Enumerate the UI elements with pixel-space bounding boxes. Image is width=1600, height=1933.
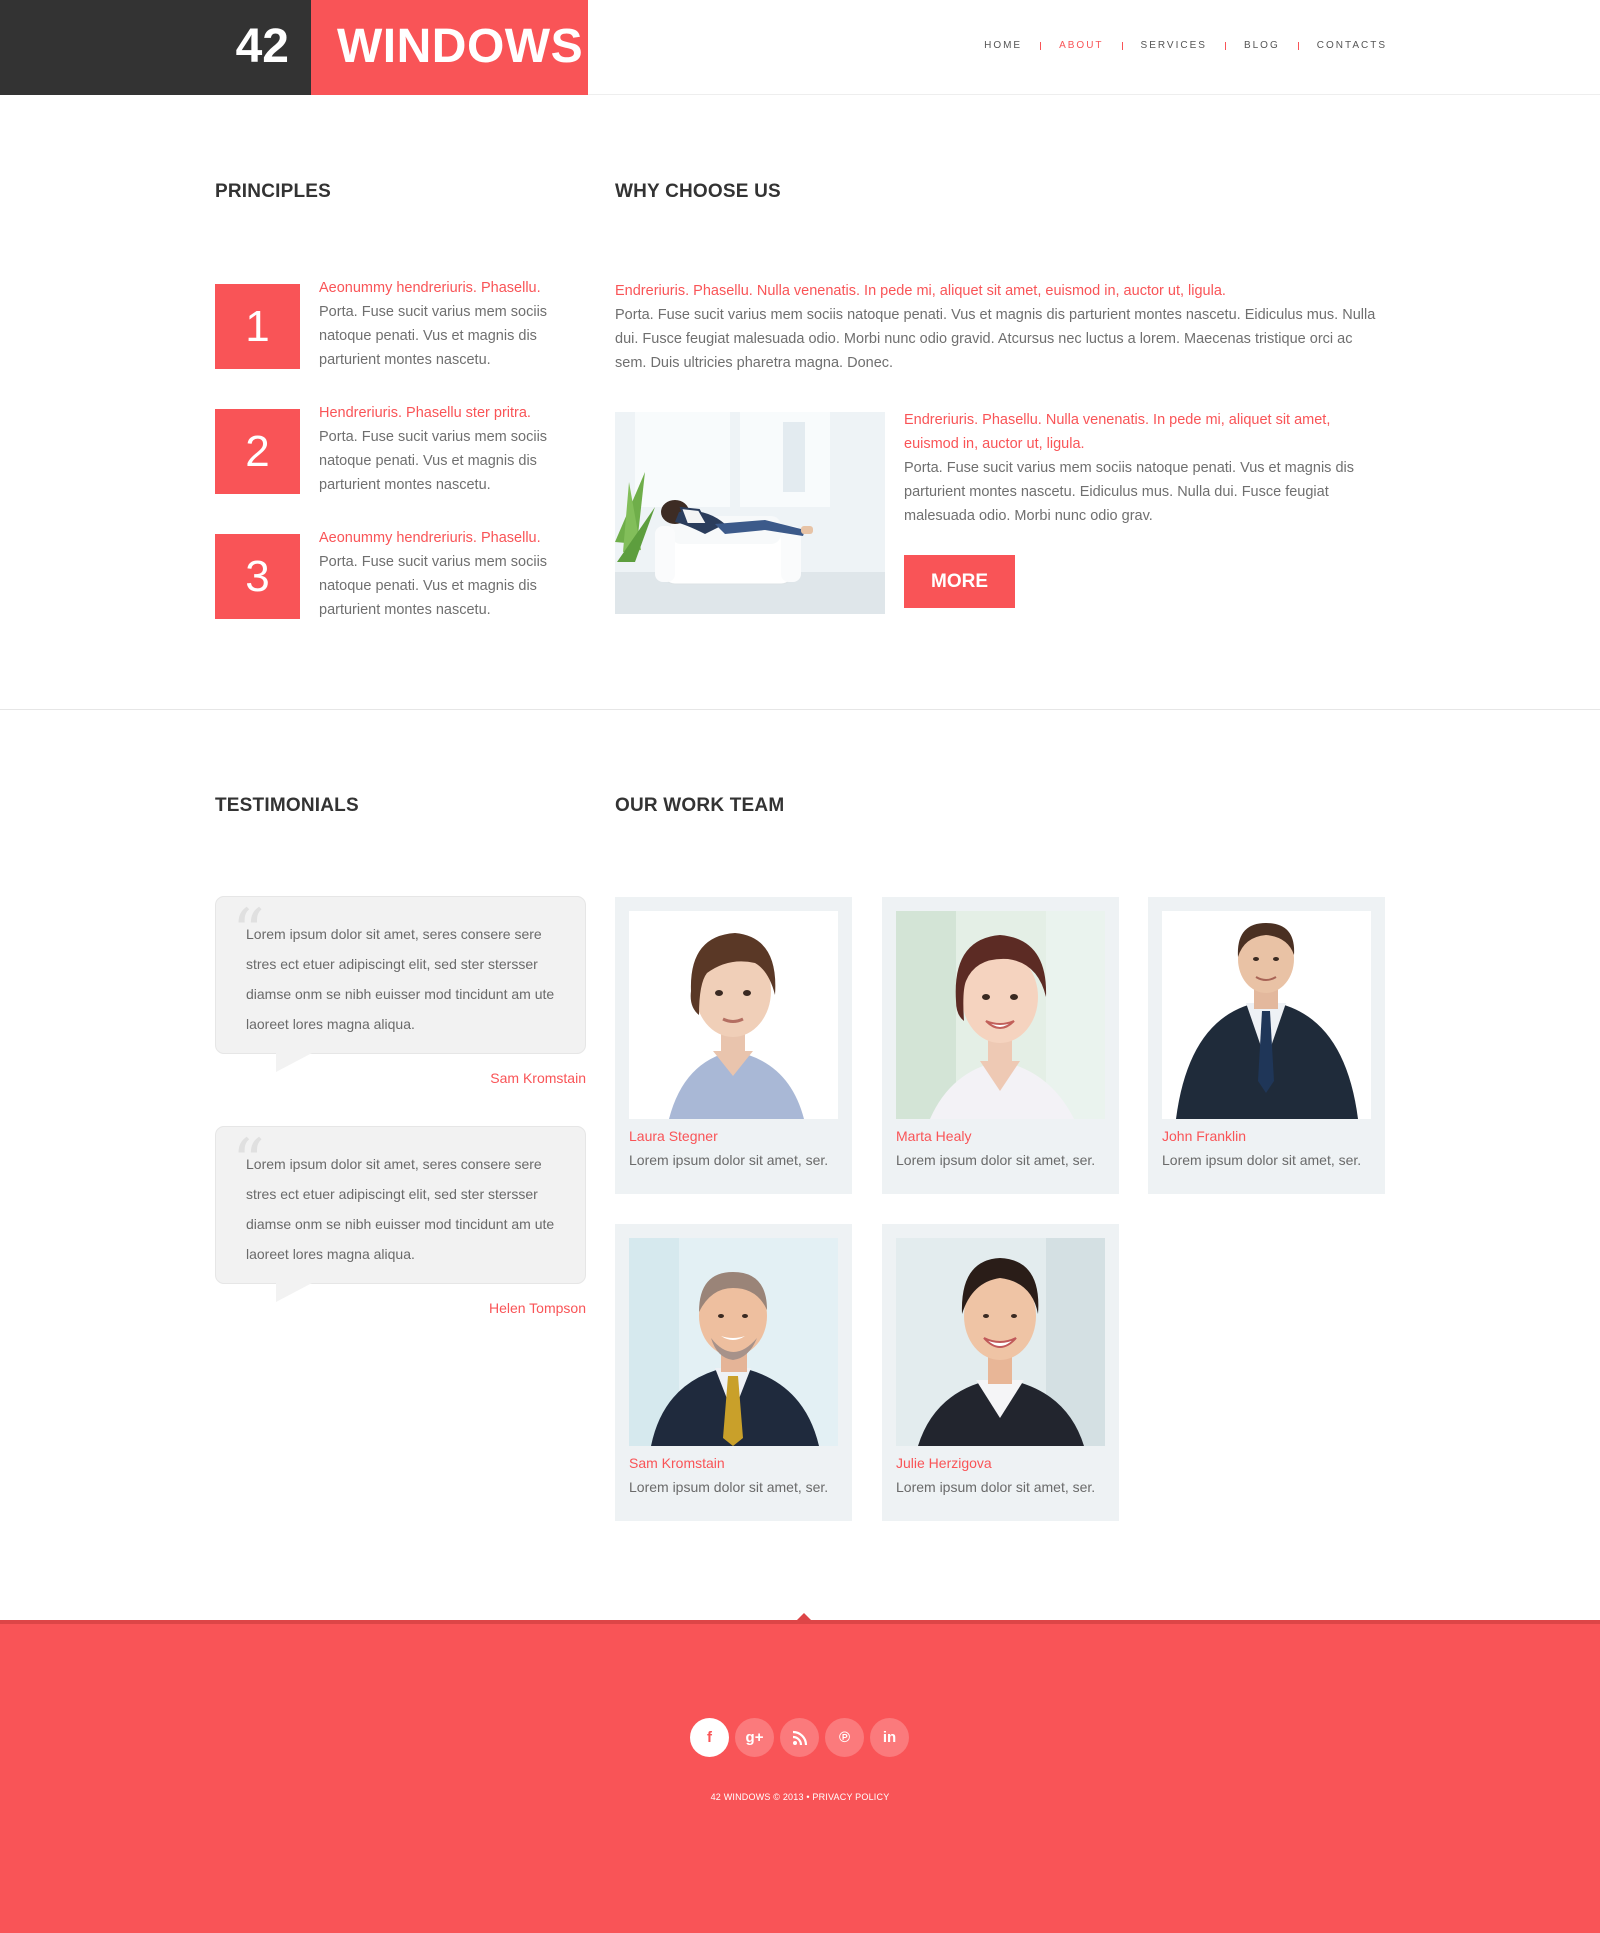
principle-text-block: Hendreriuris. Phasellu ster pritra. Port… <box>319 401 589 497</box>
team-photo[interactable] <box>629 1238 838 1446</box>
team-photo[interactable] <box>896 1238 1105 1446</box>
portrait-image <box>896 911 1105 1119</box>
principle-item: 3 Aeonummy hendreriuris. Phasellu. Porta… <box>215 530 585 620</box>
testimonial-author[interactable]: Helen Tompson <box>215 1300 586 1316</box>
copyright-text[interactable]: 42 WINDOWS © 2013 • PRIVACY POLICY <box>0 1792 1600 1802</box>
principle-title[interactable]: Aeonummy hendreriuris. Phasellu. <box>319 526 589 550</box>
team-card[interactable]: Sam Kromstain Lorem ipsum dolor sit amet… <box>615 1224 852 1521</box>
rss-glyph <box>792 1730 807 1745</box>
why-intro-lead: Endreriuris. Phasellu. Nulla venenatis. … <box>615 283 1226 299</box>
site-header: 42 WINDOWS HOME ABOUT SERVICES BLOG CONT… <box>0 0 1600 95</box>
principle-title[interactable]: Hendreriuris. Phasellu ster pritra. <box>319 401 589 425</box>
logo-number[interactable]: 42 <box>236 18 289 76</box>
bubble-tail <box>276 1283 312 1302</box>
principle-text-block: Aeonummy hendreriuris. Phasellu. Porta. … <box>319 526 589 622</box>
member-desc: Lorem ipsum dolor sit amet, ser. <box>896 1152 1096 1168</box>
logo-dark-block[interactable]: 42 <box>0 0 311 95</box>
team-card[interactable]: Marta Healy Lorem ipsum dolor sit amet, … <box>882 897 1119 1194</box>
team-photo[interactable] <box>1162 911 1371 1119</box>
portrait-image <box>629 911 838 1119</box>
main-nav: HOME ABOUT SERVICES BLOG CONTACTS <box>984 40 1387 51</box>
bubble-tail <box>276 1053 312 1072</box>
site-footer: f g+ ℗ in 42 WINDOWS © 2013 • PRIVACY PO… <box>0 1620 1600 1933</box>
nav-about[interactable]: ABOUT <box>1059 40 1103 51</box>
why-intro-text: Porta. Fuse sucit varius mem sociis nato… <box>615 307 1376 371</box>
more-button[interactable]: MORE <box>904 555 1015 608</box>
member-desc: Lorem ipsum dolor sit amet, ser. <box>896 1479 1096 1495</box>
testimonial-author[interactable]: Sam Kromstain <box>215 1070 586 1086</box>
rss-icon[interactable] <box>780 1718 819 1757</box>
relaxing-on-sofa-image <box>615 412 885 614</box>
member-desc: Lorem ipsum dolor sit amet, ser. <box>629 1479 829 1495</box>
principle-text: Porta. Fuse sucit varius mem sociis nato… <box>319 429 548 493</box>
logo-word[interactable]: WINDOWS <box>337 18 583 76</box>
team-card[interactable]: Laura Stegner Lorem ipsum dolor sit amet… <box>615 897 852 1194</box>
nav-separator <box>1121 41 1123 50</box>
nav-services[interactable]: SERVICES <box>1141 40 1207 51</box>
testimonial-bubble: “ Lorem ipsum dolor sit amet, seres cons… <box>215 1126 586 1302</box>
logo-red-block[interactable]: WINDOWS <box>311 0 588 95</box>
testimonials-heading: TESTIMONIALS <box>215 795 359 816</box>
nav-home[interactable]: HOME <box>984 40 1022 51</box>
principle-text-block: Aeonummy hendreriuris. Phasellu. Porta. … <box>319 276 589 372</box>
testimonial-text: Lorem ipsum dolor sit amet, seres conser… <box>246 926 555 1032</box>
member-desc: Lorem ipsum dolor sit amet, ser. <box>1162 1152 1362 1168</box>
nav-separator <box>1297 41 1299 50</box>
testimonial-text: Lorem ipsum dolor sit amet, seres conser… <box>246 1156 555 1262</box>
portrait-image <box>1162 911 1371 1119</box>
principle-number: 2 <box>215 409 300 494</box>
member-name[interactable]: Laura Stegner <box>629 1128 718 1144</box>
why-side-lead: Endreriuris. Phasellu. Nulla venenatis. … <box>904 412 1331 452</box>
google-plus-icon[interactable]: g+ <box>735 1718 774 1757</box>
principle-number: 3 <box>215 534 300 619</box>
portrait-image <box>896 1238 1105 1446</box>
linkedin-icon[interactable]: in <box>870 1718 909 1757</box>
testimonial-item: “ Lorem ipsum dolor sit amet, seres cons… <box>215 896 586 1086</box>
principles-heading: PRINCIPLES <box>215 181 332 202</box>
team-photo[interactable] <box>896 911 1105 1119</box>
team-card[interactable]: Julie Herzigova Lorem ipsum dolor sit am… <box>882 1224 1119 1521</box>
why-photo <box>615 412 885 614</box>
team-card[interactable]: John Franklin Lorem ipsum dolor sit amet… <box>1148 897 1385 1194</box>
pinterest-icon[interactable]: ℗ <box>825 1718 864 1757</box>
social-links: f g+ ℗ in <box>690 1718 915 1757</box>
why-heading: WHY CHOOSE US <box>615 181 781 202</box>
section-divider <box>0 709 1600 710</box>
facebook-icon[interactable]: f <box>690 1718 729 1757</box>
member-name[interactable]: Sam Kromstain <box>629 1455 725 1471</box>
nav-separator <box>1224 41 1226 50</box>
team-heading: OUR WORK TEAM <box>615 795 785 816</box>
testimonial-bubble: “ Lorem ipsum dolor sit amet, seres cons… <box>215 896 586 1072</box>
team-photo[interactable] <box>629 911 838 1119</box>
portrait-image <box>629 1238 838 1446</box>
why-side-text: Endreriuris. Phasellu. Nulla venenatis. … <box>904 408 1387 528</box>
member-name[interactable]: Marta Healy <box>896 1128 971 1144</box>
member-desc: Lorem ipsum dolor sit amet, ser. <box>629 1152 829 1168</box>
principle-number: 1 <box>215 284 300 369</box>
principle-item: 2 Hendreriuris. Phasellu ster pritra. Po… <box>215 405 585 495</box>
nav-separator <box>1040 41 1042 50</box>
member-name[interactable]: John Franklin <box>1162 1128 1246 1144</box>
nav-blog[interactable]: BLOG <box>1244 40 1280 51</box>
why-side-body: Porta. Fuse sucit varius mem sociis nato… <box>904 460 1354 524</box>
why-intro: Endreriuris. Phasellu. Nulla venenatis. … <box>615 279 1387 375</box>
principle-text: Porta. Fuse sucit varius mem sociis nato… <box>319 304 548 368</box>
nav-contacts[interactable]: CONTACTS <box>1317 40 1387 51</box>
principle-item: 1 Aeonummy hendreriuris. Phasellu. Porta… <box>215 280 585 370</box>
member-name[interactable]: Julie Herzigova <box>896 1455 992 1471</box>
principle-text: Porta. Fuse sucit varius mem sociis nato… <box>319 554 548 618</box>
testimonial-item: “ Lorem ipsum dolor sit amet, seres cons… <box>215 1126 586 1316</box>
principle-title[interactable]: Aeonummy hendreriuris. Phasellu. <box>319 276 589 300</box>
